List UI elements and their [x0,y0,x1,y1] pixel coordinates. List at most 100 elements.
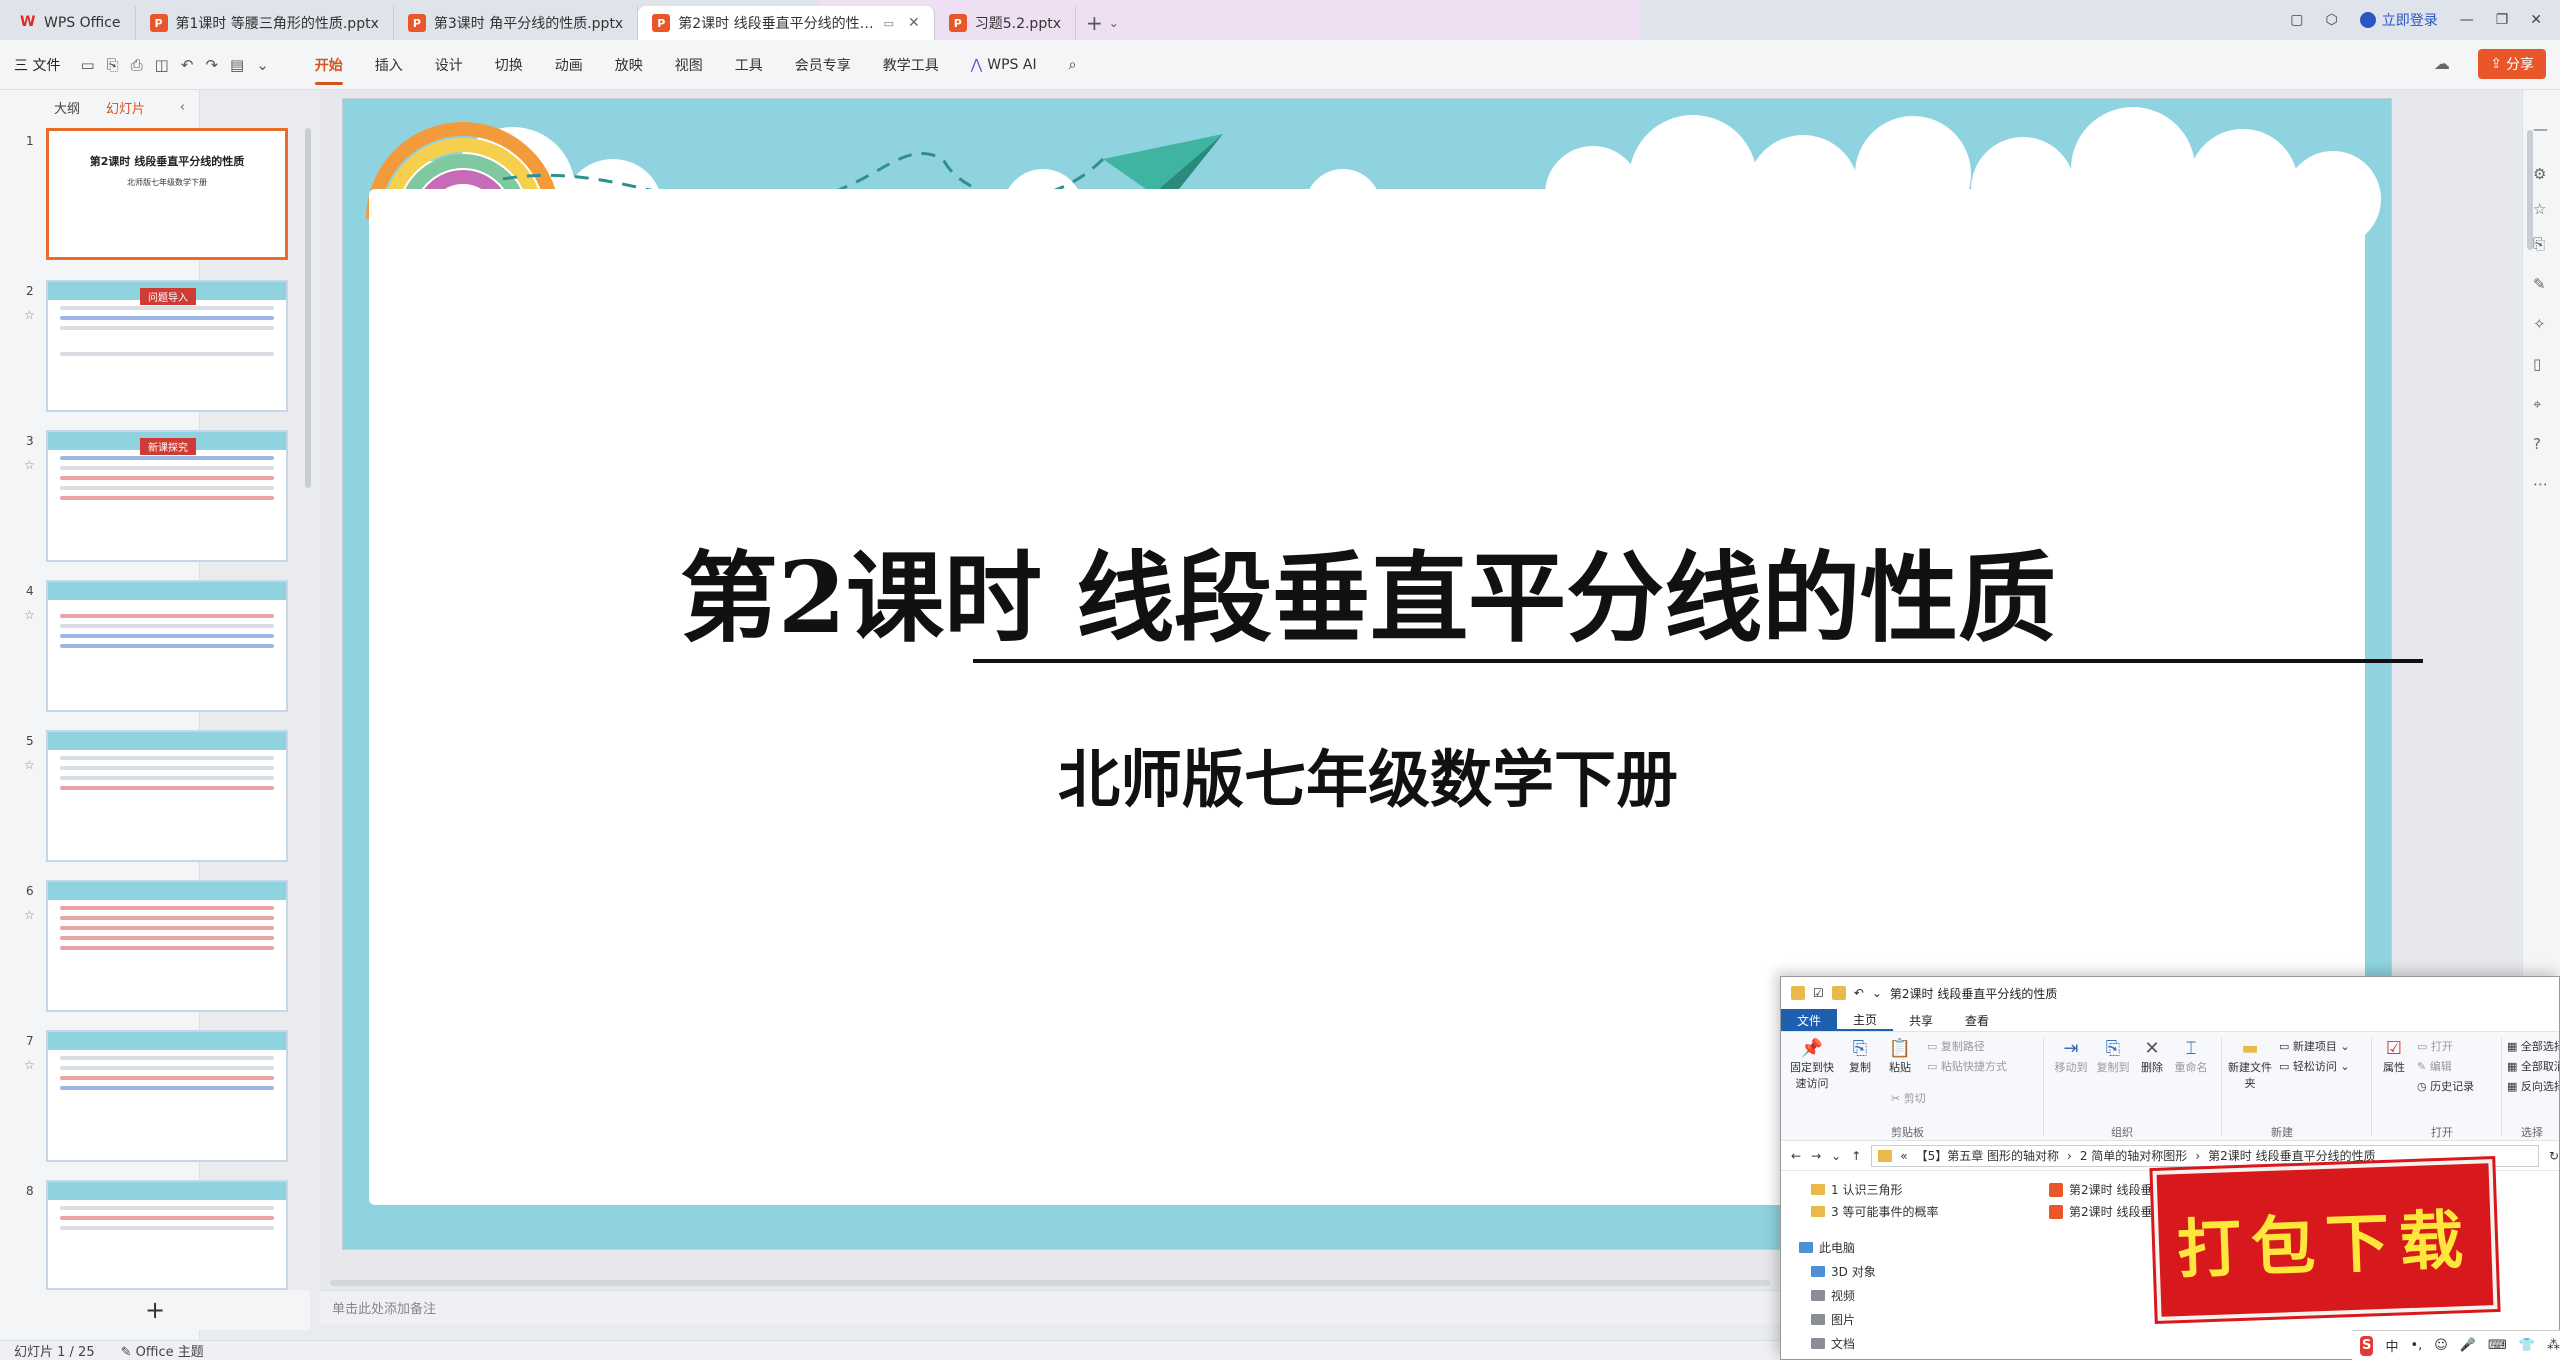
nav-item[interactable]: 图片 [1811,1311,1855,1328]
close-icon[interactable]: ✕ [908,15,920,31]
ribbon-tab-teaching[interactable]: 教学工具 [883,55,939,75]
magic-icon[interactable]: ✧ [2533,315,2546,333]
star-icon[interactable]: ☆ [2533,200,2546,218]
minus-icon[interactable]: — [2533,120,2548,138]
paste-button[interactable]: 📋 粘贴 [1883,1038,1917,1075]
explorer-tab-file[interactable]: 文件 [1781,1009,1838,1031]
ribbon-tab-insert[interactable]: 插入 [375,55,403,75]
select-none-button[interactable]: ▦ 全部取消 [2507,1058,2559,1074]
preview-icon[interactable]: ◫ [155,56,169,74]
breadcrumb-item[interactable]: 【5】第五章 图形的轴对称 [1916,1147,2059,1164]
mic-icon[interactable]: 🎤 [2460,1338,2476,1353]
ribbon-tab-member[interactable]: 会员专享 [795,55,851,75]
wps-ai-button[interactable]: ⋀ WPS AI [971,57,1037,73]
star-icon[interactable]: ☆ [24,458,35,472]
ribbon-tab-tools[interactable]: 工具 [735,55,763,75]
check-icon[interactable]: ☑ [1813,986,1824,1000]
easy-access-button[interactable]: ▭ 轻松访问 ⌄ [2279,1058,2350,1074]
copy-to-button[interactable]: ⎘ 复制到 [2093,1038,2133,1075]
nav-item[interactable]: 3 等可能事件的概率 [1811,1203,1938,1220]
up-icon[interactable]: ↑ [1851,1149,1861,1163]
tab-document-3-active[interactable]: P 第2课时 线段垂直平分线的性… ▭ ✕ [638,6,935,40]
punctuation-icon[interactable]: •, [2410,1338,2422,1353]
undo-icon[interactable]: ↶ [1854,986,1864,1000]
move-to-button[interactable]: ⇥ 移动到 [2051,1038,2091,1075]
slide-subtitle[interactable]: 北师版七年级数学下册 [343,729,2393,819]
share-button[interactable]: ⇪ 分享 [2478,49,2546,79]
slide-thumbnail-4[interactable] [46,580,288,712]
cut-button[interactable]: ✂ 剪切 [1891,1090,1926,1106]
ribbon-tab-slideshow[interactable]: 放映 [615,55,643,75]
invert-selection-button[interactable]: ▦ 反向选择 [2507,1078,2559,1094]
nav-item[interactable]: 1 认识三角形 [1811,1181,1902,1198]
slide-thumbnail-3[interactable]: 新课探究 [46,430,288,562]
star-icon[interactable]: ☆ [24,608,35,622]
file-menu[interactable]: 三 文件 [14,55,60,75]
new-folder-button[interactable]: ▬ 新建文件夹 [2227,1038,2273,1091]
delete-button[interactable]: ✕ 删除 [2137,1038,2167,1075]
search-icon[interactable]: ⌕ [1069,57,1077,73]
format-icon[interactable]: ▤ [230,56,244,74]
edit-button[interactable]: ✎ 编辑 [2417,1058,2452,1074]
nav-item[interactable]: 此电脑 [1799,1239,1855,1256]
panel-scrollbar[interactable] [305,128,311,488]
close-window-icon[interactable]: ✕ [2530,12,2542,28]
open-button[interactable]: ▭ 打开 [2417,1038,2453,1054]
restore-icon[interactable]: ❐ [2496,12,2509,28]
star-icon[interactable]: ☆ [24,308,35,322]
book-icon[interactable]: ▯ [2533,355,2541,373]
chevron-down-icon[interactable]: ⌄ [1831,1149,1841,1163]
download-stamp[interactable]: 打包下载 [2152,1159,2498,1321]
tab-slides[interactable]: 幻灯片 [106,98,145,117]
ribbon-tab-transition[interactable]: 切换 [495,55,523,75]
star-icon[interactable]: ☆ [24,1058,35,1072]
tab-document-2[interactable]: P 第3课时 角平分线的性质.pptx [394,6,639,40]
ribbon-tab-view[interactable]: 视图 [675,55,703,75]
minimize-icon[interactable]: — [2460,12,2474,28]
copy-button[interactable]: ⎘ 复制 [1843,1038,1877,1075]
nav-item[interactable]: 视频 [1811,1287,1855,1304]
select-all-button[interactable]: ▦ 全部选择 [2507,1038,2559,1054]
skin-icon[interactable]: 👕 [2519,1338,2535,1353]
star-icon[interactable]: ☆ [24,758,35,772]
rename-button[interactable]: ⌶ 重命名 [2171,1038,2211,1075]
settings-icon[interactable]: ⚙ [2533,165,2546,183]
print-icon[interactable]: ⎙ [131,56,143,74]
tab-document-4[interactable]: P 习题5.2.pptx [935,6,1076,40]
add-slide-button[interactable]: + [0,1290,310,1330]
breadcrumb-item[interactable]: 第2课时 线段垂直平分线的性质 [2208,1147,2375,1164]
emoji-icon[interactable]: ☺ [2434,1338,2448,1353]
undo-icon[interactable]: ↶ [181,56,194,74]
more-icon[interactable]: ⋯ [2533,475,2548,493]
explorer-tab-view[interactable]: 查看 [1949,1009,2005,1031]
new-tab-button[interactable]: + ⌄ [1076,6,1129,40]
login-button[interactable]: 立即登录 [2359,10,2438,30]
nav-item[interactable]: 文档 [1811,1335,1855,1352]
breadcrumb-item[interactable]: 2 简单的轴对称图形 [2080,1147,2187,1164]
save-icon[interactable]: ⎘ [107,56,119,74]
copy-path-button[interactable]: ▭ 复制路径 [1927,1038,1985,1054]
keyboard-icon[interactable]: ⌨ [2488,1338,2507,1353]
slide-thumbnail-2[interactable]: 问题导入 [46,280,288,412]
forward-icon[interactable]: → [1811,1149,1821,1163]
chevron-down-icon[interactable]: ⌄ [1872,986,1882,1000]
explorer-tab-home[interactable]: 主页 [1837,1009,1894,1031]
slide-thumbnail-5[interactable] [46,730,288,862]
help-icon[interactable]: ? [2533,435,2541,453]
refresh-icon[interactable]: ↻ [2549,1149,2559,1163]
skin-icon[interactable]: ⬡ [2325,12,2337,28]
tab-wps-home[interactable]: W WPS Office [6,6,136,40]
explorer-tab-share[interactable]: 共享 [1893,1009,1949,1031]
redo-icon[interactable]: ↷ [205,56,218,74]
tab-document-1[interactable]: P 第1课时 等腰三角形的性质.pptx [136,6,394,40]
slide-thumbnail-8[interactable] [46,1180,288,1290]
notes-area[interactable]: 单击此处添加备注 [320,1290,1780,1324]
chevron-down-icon[interactable]: ⌄ [256,56,269,74]
properties-button[interactable]: ☑ 属性 [2377,1038,2411,1075]
cloud-sync-icon[interactable]: ☁ [2434,54,2450,73]
location-icon[interactable]: ⌖ [2533,395,2541,413]
star-icon[interactable]: ☆ [24,908,35,922]
nav-item[interactable]: 3D 对象 [1811,1263,1876,1280]
horizontal-scrollbar[interactable] [330,1280,1770,1286]
copy-icon[interactable]: ⎘ [2533,235,2545,253]
